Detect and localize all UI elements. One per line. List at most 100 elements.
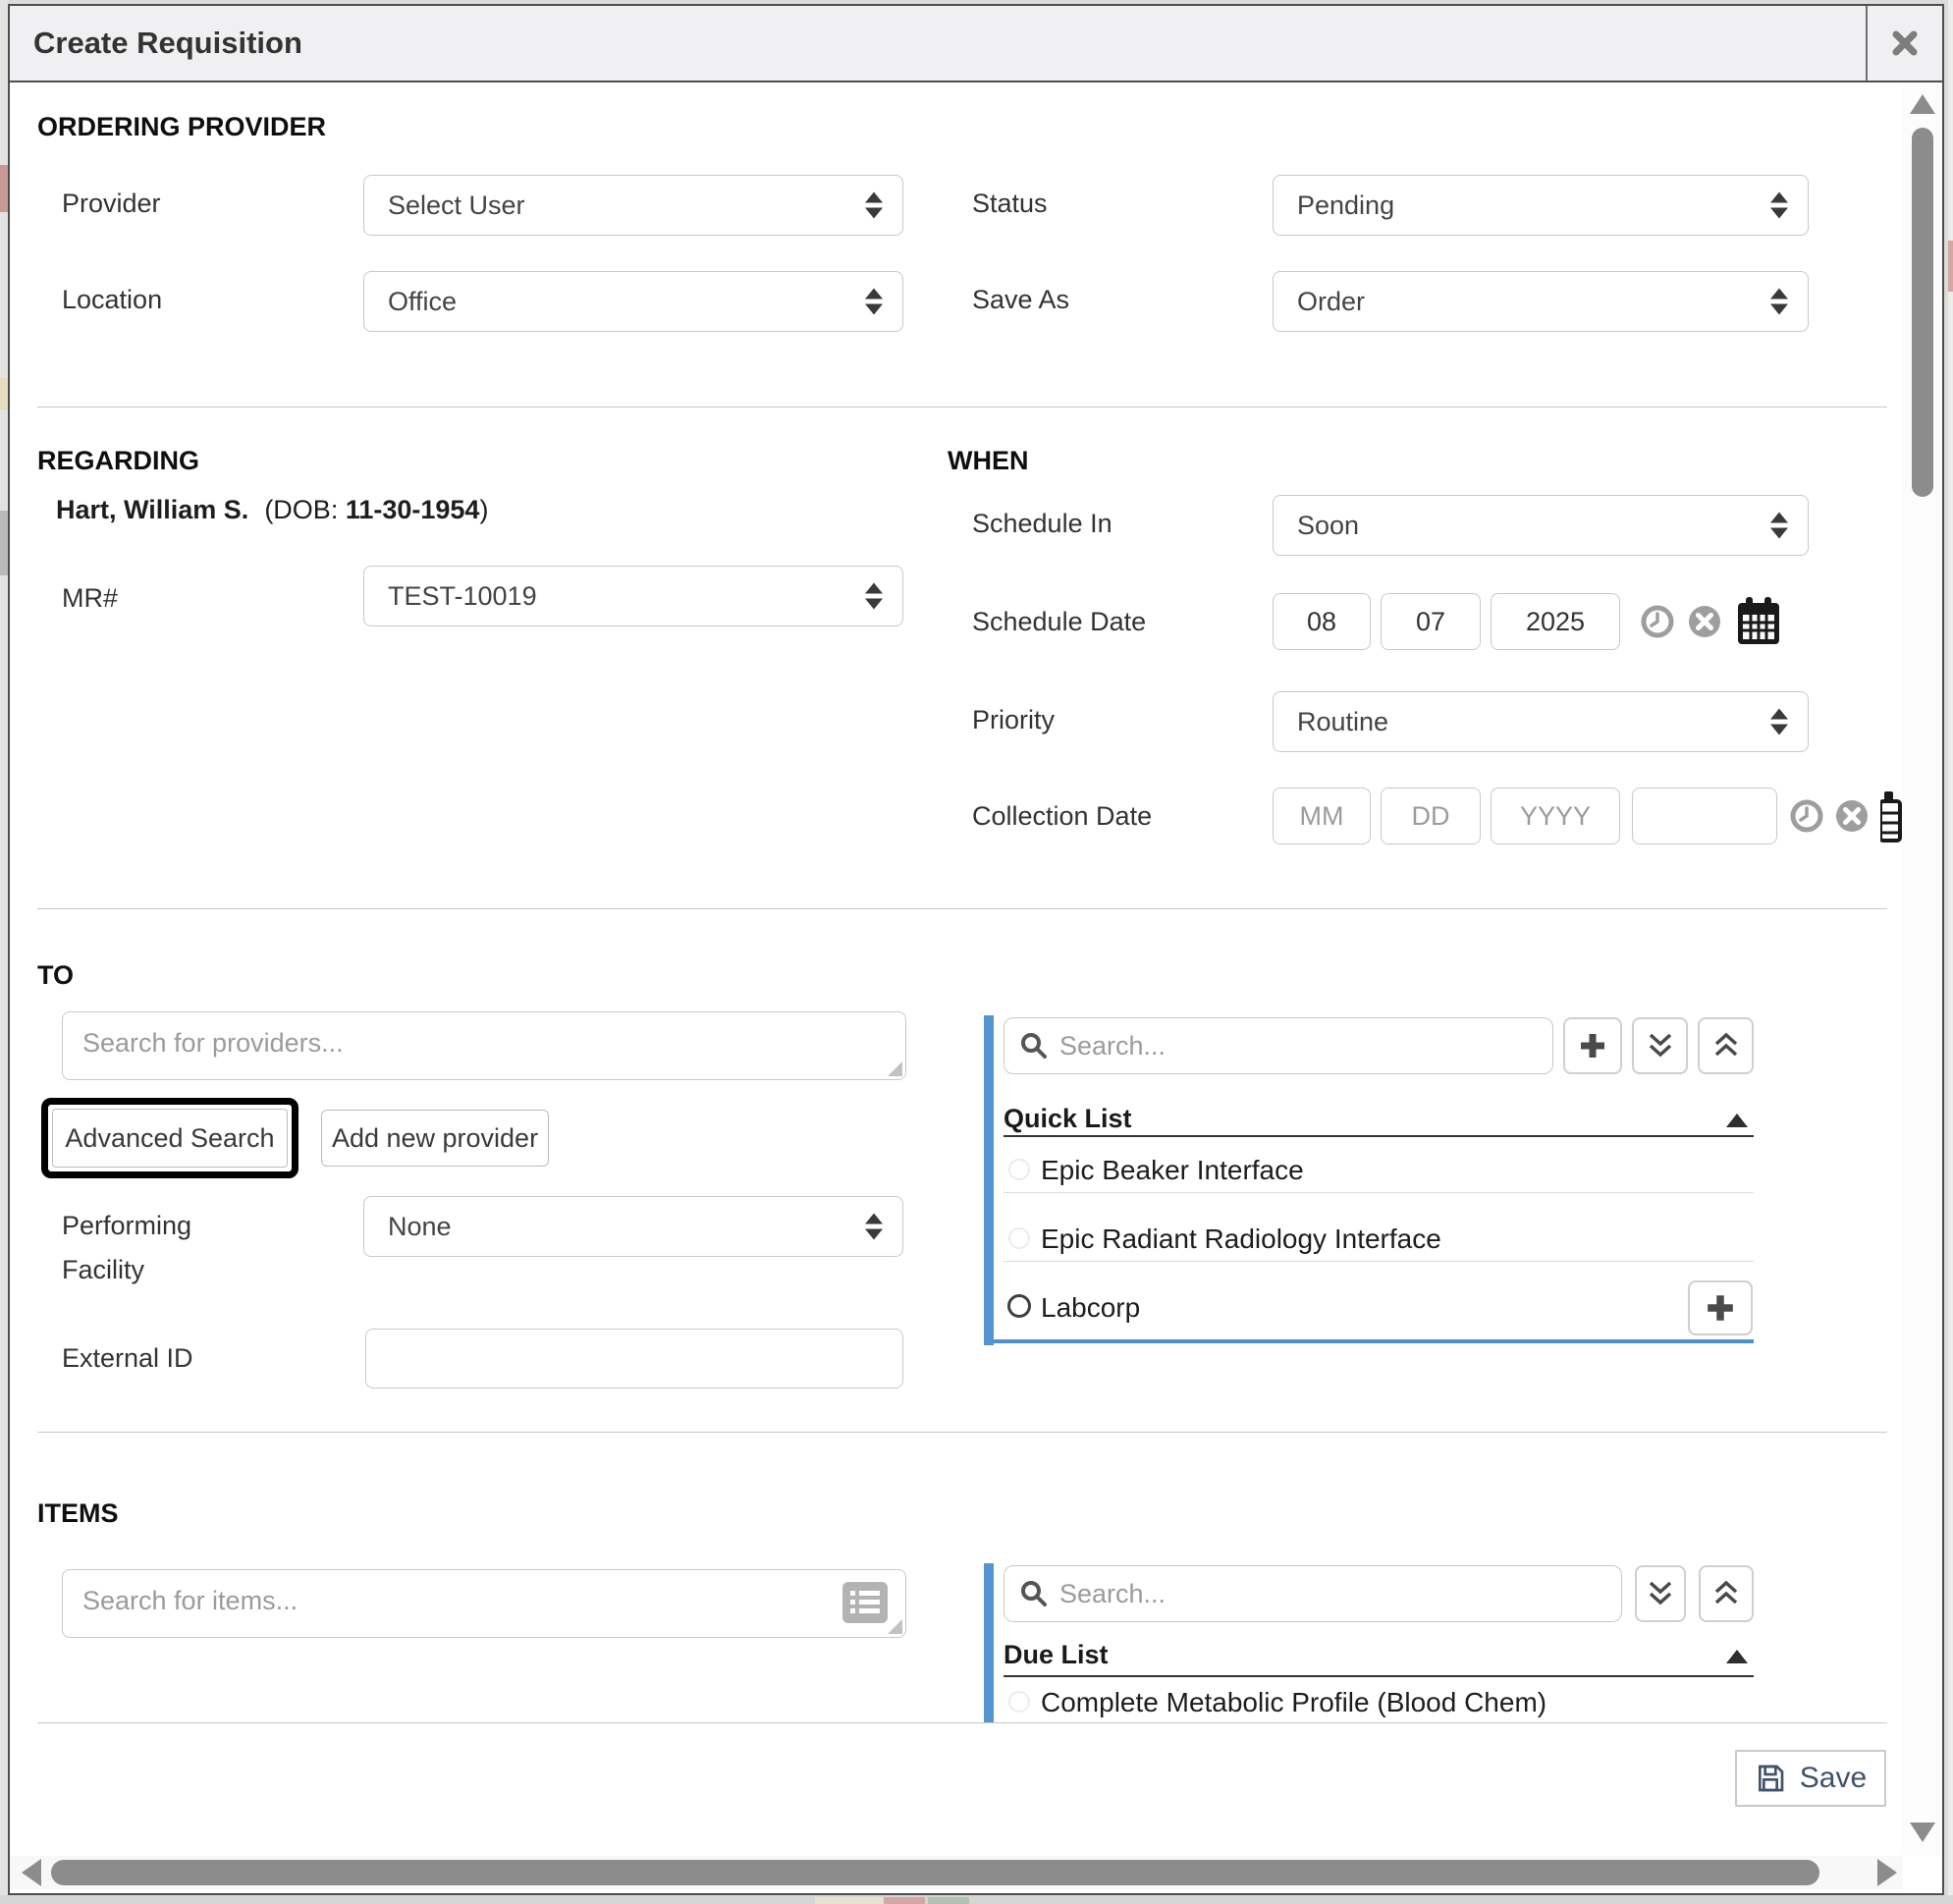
external-id-input[interactable] [365,1329,903,1388]
priority-select[interactable]: Routine [1273,691,1809,752]
section-divider [37,1432,1887,1433]
section-divider [37,908,1887,909]
scroll-left-icon[interactable] [22,1859,41,1886]
save-as-select-value: Order [1297,287,1365,317]
add-labcorp-button[interactable] [1688,1280,1753,1335]
scroll-up-icon[interactable] [1910,94,1935,114]
when-heading: WHEN [948,446,1029,476]
advanced-search-focus-ring: Advanced Search [41,1098,298,1178]
save-button-label: Save [1800,1762,1867,1795]
vertical-scrollbar-thumb[interactable] [1912,128,1933,497]
updown-icon [865,583,883,610]
save-icon [1755,1763,1786,1794]
list-item[interactable]: Epic Radiant Radiology Interface [1004,1206,1754,1261]
provider-search-input[interactable] [63,1012,905,1079]
chevron-double-down-icon [1647,1031,1674,1061]
updown-icon [865,1214,883,1240]
plus-icon [1578,1031,1607,1061]
add-new-provider-button[interactable]: Add new provider [321,1110,549,1167]
provider-select-value: Select User [388,190,525,221]
chevron-double-down-icon [1647,1579,1674,1608]
list-item-selected[interactable]: Labcorp [1004,1275,1754,1339]
schedule-year-input[interactable] [1491,593,1620,650]
schedule-date-clear-icon[interactable] [1687,604,1722,639]
provider-select[interactable]: Select User [363,175,903,236]
dialog-header: Create Requisition [10,6,1942,82]
external-id-label: External ID [62,1343,193,1374]
updown-icon [1770,709,1788,735]
radio-icon[interactable] [1008,1159,1030,1180]
provider-panel-search-box [1004,1017,1553,1074]
radio-icon[interactable] [1008,1691,1030,1713]
priority-label: Priority [972,705,1055,735]
schedule-day-input[interactable] [1381,593,1481,650]
collapse-all-button[interactable] [1632,1017,1688,1074]
plus-icon [1705,1292,1736,1324]
performing-facility-select-value: None [388,1212,452,1242]
schedule-time-clock-icon[interactable] [1640,604,1675,639]
schedule-in-select[interactable]: Soon [1273,495,1809,556]
horizontal-scrollbar[interactable] [10,1856,1903,1889]
expand-all-button[interactable] [1698,1017,1754,1074]
mr-select[interactable]: TEST-10019 [363,566,903,626]
location-label: Location [62,285,162,315]
item-panel-search-input[interactable] [1059,1579,1621,1609]
collection-day-input[interactable] [1381,788,1481,844]
scroll-down-icon[interactable] [1910,1822,1935,1842]
collection-time-input[interactable] [1632,788,1777,844]
background-fragment [1948,241,1953,292]
due-list-accent-bar [984,1563,994,1722]
create-requisition-dialog: Create Requisition ORDERING PROVIDER Pro… [8,4,1944,1895]
chevron-double-up-icon [1712,1579,1740,1608]
updown-icon [1770,192,1788,219]
list-item[interactable]: Epic Beaker Interface [1004,1137,1754,1192]
vertical-scrollbar[interactable] [1903,82,1942,1856]
list-item-label: Epic Radiant Radiology Interface [1041,1224,1441,1255]
schedule-month-input[interactable] [1273,593,1371,650]
item-list-icon[interactable] [842,1582,888,1623]
dob-suffix: ) [479,495,488,524]
add-provider-to-list-button[interactable] [1563,1017,1622,1074]
item-search-box [62,1569,906,1638]
location-select[interactable]: Office [363,271,903,332]
collection-time-clock-icon[interactable] [1789,798,1824,834]
status-select[interactable]: Pending [1273,175,1809,236]
schedule-in-label: Schedule In [972,509,1112,539]
scroll-right-icon[interactable] [1877,1859,1897,1886]
list-item-label: Epic Beaker Interface [1041,1155,1304,1186]
schedule-date-calendar-icon[interactable] [1736,597,1781,646]
collection-month-input[interactable] [1273,788,1371,844]
collection-year-input[interactable] [1491,788,1620,844]
updown-icon [1770,289,1788,315]
radio-selected-icon[interactable] [1007,1294,1031,1318]
provider-panel-search-input[interactable] [1059,1031,1552,1061]
radio-icon[interactable] [1008,1227,1030,1249]
background-fragment [928,1897,969,1904]
horizontal-scrollbar-thumb[interactable] [51,1860,1819,1885]
list-item-label: Labcorp [1041,1292,1140,1324]
search-icon [1020,1580,1048,1607]
resize-handle-icon[interactable] [888,1619,902,1634]
collection-date-clear-icon[interactable] [1834,798,1870,834]
search-icon [1020,1032,1048,1060]
save-as-select[interactable]: Order [1273,271,1809,332]
ordering-provider-heading: ORDERING PROVIDER [37,112,326,142]
mr-label: MR# [62,583,118,614]
expand-all-button[interactable] [1699,1565,1754,1622]
save-button[interactable]: Save [1735,1750,1886,1807]
section-divider [37,407,1887,408]
performing-facility-select[interactable]: None [363,1196,903,1257]
resize-handle-icon[interactable] [888,1061,902,1076]
priority-select-value: Routine [1297,707,1388,737]
collapse-all-button[interactable] [1635,1565,1686,1622]
list-item[interactable]: Complete Metabolic Profile (Blood Chem) [1004,1677,1754,1722]
quick-list-accent-bar [984,1015,994,1345]
collapse-icon[interactable] [1726,1114,1748,1127]
close-button[interactable] [1866,6,1942,81]
patient-line: Hart, William S. (DOB: 11-30-1954) [56,495,488,525]
collapse-icon[interactable] [1726,1650,1748,1663]
background-fragment [0,165,8,212]
items-heading: ITEMS [37,1498,119,1529]
advanced-search-button[interactable]: Advanced Search [52,1109,288,1168]
item-search-input[interactable] [63,1570,905,1637]
